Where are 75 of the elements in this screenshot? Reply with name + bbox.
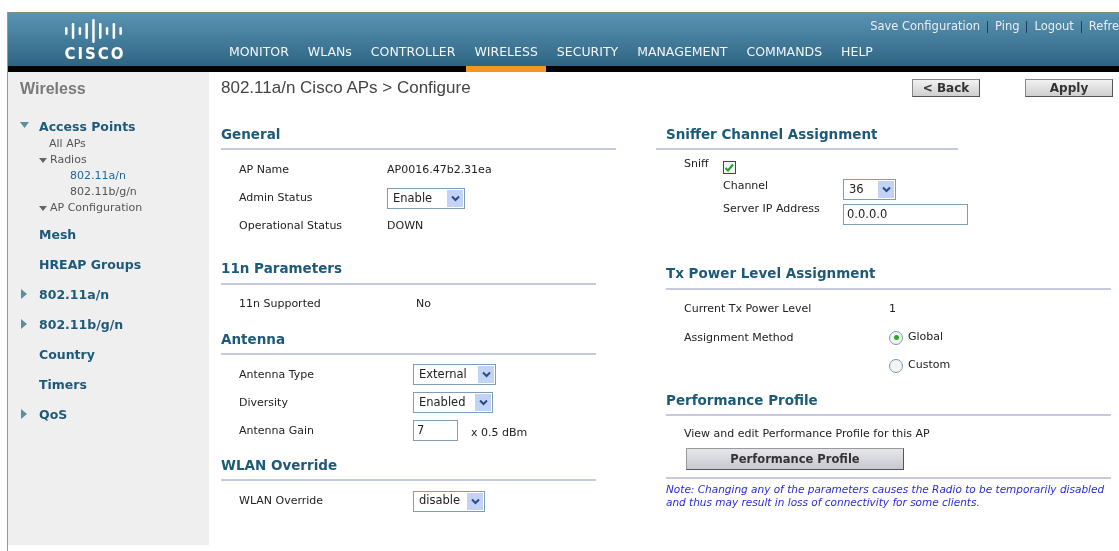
field-label: Admin Status: [239, 190, 314, 206]
back-button[interactable]: < Back: [912, 79, 980, 97]
field-value: AP0016.47b2.31ea: [387, 162, 492, 178]
checkbox[interactable]: [722, 161, 736, 175]
section-heading: Antenna: [221, 330, 285, 347]
chevron-down-icon: [481, 371, 491, 379]
sidebar-item[interactable]: Access Points: [39, 118, 136, 137]
field-label: Diversity: [239, 394, 289, 411]
field-value: 1: [889, 301, 896, 318]
sidebar-item[interactable]: Mesh: [39, 226, 77, 245]
sidebar-item[interactable]: 802.11a/n: [39, 286, 110, 305]
note-text: Note: Changing any of the parameters causes the Radio to be temporarily disabled and thus may result in loss of connectivity for some clients.: [666, 483, 1106, 509]
field-label: WLAN Override: [239, 492, 325, 509]
field-label: Sniff: [684, 156, 709, 173]
sidebar-item[interactable]: 802.11b/g/n: [39, 316, 124, 335]
section-heading: General: [221, 126, 281, 142]
sidebar-subitem[interactable]: Radios: [50, 152, 87, 168]
sidebar-subitem[interactable]: AP Configuration: [50, 200, 143, 216]
dropdown[interactable]: disable: [413, 490, 485, 512]
field-label: Antenna Type: [239, 366, 316, 383]
field-label: Operational Status: [239, 218, 344, 234]
field-label: AP Name: [239, 162, 291, 178]
menu-tab[interactable]: CONTROLLER: [362, 43, 464, 72]
radio-button[interactable]: [889, 358, 903, 373]
chevron-down-icon: [470, 497, 480, 505]
sidebar-item[interactable]: Country: [39, 346, 95, 365]
section-heading: Sniffer Channel Assignment: [666, 126, 878, 142]
radio-label: Global: [908, 329, 944, 346]
header-link[interactable]: Refre: [1088, 19, 1119, 33]
dropdown[interactable]: Enabled: [413, 392, 493, 414]
field-label: Current Tx Power Level: [684, 301, 813, 318]
menu-tab[interactable]: WLANs: [299, 43, 360, 72]
section-heading: Performance Profile: [666, 391, 818, 408]
dropdown[interactable]: External: [413, 364, 496, 386]
input-field[interactable]: 0.0.0.0: [843, 204, 968, 226]
sidebar-item[interactable]: HREAP Groups: [39, 256, 142, 275]
field-label: Antenna Gain: [239, 422, 316, 439]
field-label: 11n Supported: [239, 296, 322, 313]
header-link[interactable]: Save Configuration: [870, 19, 980, 33]
header-link[interactable]: Ping: [995, 19, 1020, 33]
field-label: Assignment Method: [684, 329, 795, 346]
section-heading: 11n Parameters: [221, 260, 343, 277]
section-heading: WLAN Override: [221, 456, 338, 473]
chevron-down-icon: [450, 194, 460, 202]
unit-label: x 0.5 dBm: [471, 424, 528, 441]
apply-button[interactable]: Apply: [1025, 79, 1113, 97]
menu-tab[interactable]: SECURITY: [548, 43, 627, 72]
performance-profile-button[interactable]: Performance Profile: [686, 448, 904, 471]
check-icon: [724, 163, 735, 173]
page-title: 802.11a/n Cisco APs > Configure: [221, 78, 471, 98]
section-heading: Tx Power Level Assignment: [666, 265, 876, 282]
radio-label: Custom: [908, 357, 951, 374]
header-link[interactable]: Logout: [1034, 19, 1074, 33]
field-label: Channel: [723, 178, 770, 194]
dropdown[interactable]: Enable: [387, 187, 465, 209]
sidebar-subitem[interactable]: 802.11b/g/n: [70, 185, 137, 198]
field-value: No: [416, 296, 431, 313]
chevron-down-icon: [478, 399, 488, 407]
sidebar-subitem[interactable]: All APs: [49, 137, 86, 150]
menu-tab[interactable]: MANAGEMENT: [629, 43, 736, 72]
menu-tab[interactable]: COMMANDS: [738, 43, 831, 72]
logo: CISCO: [60, 19, 130, 62]
menu-tab[interactable]: MONITOR: [221, 43, 297, 72]
dropdown[interactable]: 36: [843, 178, 896, 200]
chevron-down-icon: [881, 185, 891, 193]
sidebar-item[interactable]: Timers: [39, 376, 87, 395]
sidebar-title: Wireless: [20, 80, 87, 98]
sidebar-item[interactable]: QoS: [39, 406, 68, 425]
sidebar-subitem[interactable]: 802.11a/n: [70, 169, 126, 182]
radio-button[interactable]: [889, 330, 903, 345]
field-value: DOWN: [387, 218, 424, 234]
menu-tab[interactable]: HELP: [833, 43, 881, 72]
input-field[interactable]: 7: [413, 420, 458, 442]
description-text: View and edit Performance Profile for this AP: [683, 425, 931, 442]
field-label: Server IP Address: [723, 201, 821, 218]
